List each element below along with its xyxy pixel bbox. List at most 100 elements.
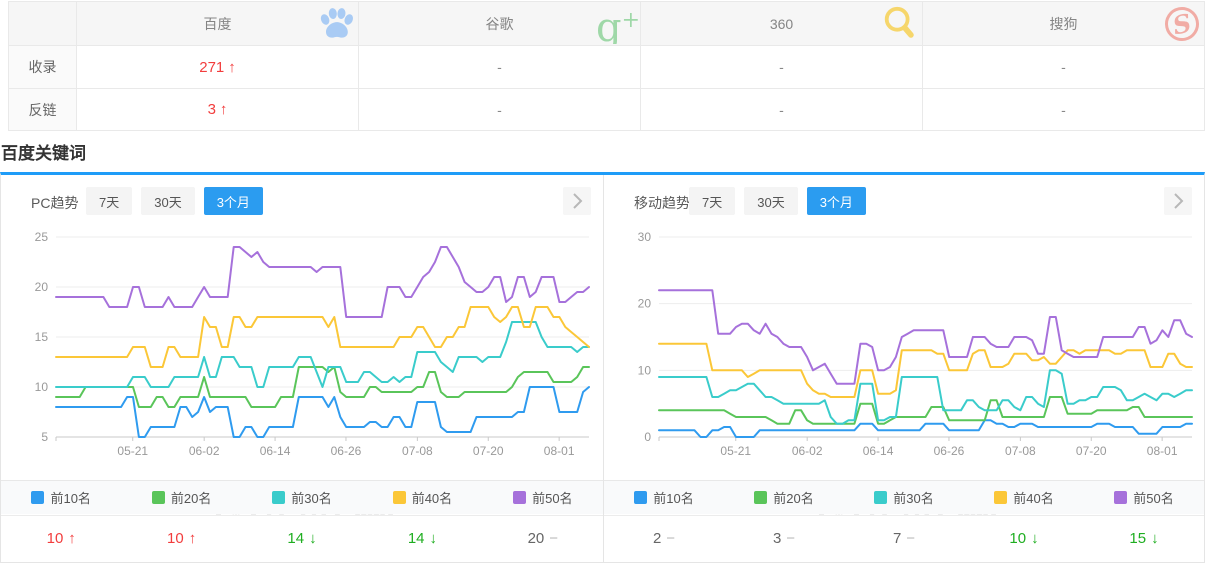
metric-value-cell[interactable]: 3↑ — [76, 88, 358, 130]
search-magnifier-icon — [880, 4, 920, 44]
svg-text:06-02: 06-02 — [792, 444, 823, 458]
legend-label: 前10名 — [653, 488, 693, 507]
legend-item-前40名[interactable]: 前40名 — [964, 488, 1084, 507]
up-indicator-icon: ↑ — [68, 530, 76, 547]
range-tab-3个月[interactable]: 3个月 — [807, 187, 866, 215]
legend-item-前50名[interactable]: 前50名 — [1084, 488, 1204, 507]
legend-swatch — [634, 491, 647, 504]
svg-text:05-21: 05-21 — [117, 444, 148, 458]
svg-text:07-20: 07-20 — [473, 444, 504, 458]
up-arrow-icon: ↑ — [220, 101, 228, 118]
legend-label: 前50名 — [532, 488, 572, 507]
baidu-paw-icon — [316, 4, 356, 44]
svg-text:0: 0 — [644, 430, 651, 444]
svg-text:20: 20 — [638, 297, 652, 311]
next-page-button[interactable] — [563, 187, 591, 215]
legend-item-前30名[interactable]: 前30名 — [844, 488, 964, 507]
legend-item-前40名[interactable]: 前40名 — [362, 488, 482, 507]
rank-count-value: 14↓ — [242, 530, 362, 547]
rank-count-value: 10↑ — [1, 530, 121, 547]
svg-text:06-26: 06-26 — [331, 444, 362, 458]
range-tab-3个月[interactable]: 3个月 — [204, 187, 263, 215]
flat-indicator-icon: − — [906, 530, 915, 547]
svg-text:07-08: 07-08 — [1005, 444, 1036, 458]
flat-indicator-icon: − — [549, 530, 558, 547]
metric-row-label: 反链 — [9, 88, 76, 130]
range-tab-30天[interactable]: 30天 — [141, 187, 194, 215]
pc-panel-header: PC趋势 7天 30天 3个月 — [1, 187, 603, 217]
legend-item-前20名[interactable]: 前20名 — [724, 488, 844, 507]
legend-item-前10名[interactable]: 前10名 — [604, 488, 724, 507]
rank-count-value: 10↓ — [964, 530, 1084, 547]
next-page-button[interactable] — [1164, 187, 1192, 215]
legend-swatch — [393, 491, 406, 504]
legend-label: 前10名 — [50, 488, 90, 507]
pc-trend-panel: PC趋势 7天30天3个月 51015202505-2106-0206-1406… — [1, 175, 603, 562]
legend-swatch — [1114, 491, 1127, 504]
svg-text:06-26: 06-26 — [934, 444, 965, 458]
engine-name: 360 — [770, 16, 793, 32]
up-arrow-icon: ↑ — [228, 59, 236, 76]
svg-text:10: 10 — [638, 363, 652, 377]
panel-label: 移动趋势 — [634, 193, 690, 213]
engine-header-google[interactable]: 谷歌 g+ — [358, 2, 640, 45]
mobile-legend: 前10名 前20名前30名前40名前50名 — [604, 480, 1204, 514]
engine-header-sogou[interactable]: 搜狗 S — [922, 2, 1204, 45]
down-indicator-icon: ↓ — [1031, 530, 1039, 547]
google-plus-icon: g+ — [598, 4, 638, 44]
mobile-trend-panel: 移动趋势 7天30天3个月 010203005-2106-0206-1406-2… — [603, 175, 1204, 562]
legend-item-前50名[interactable]: 前50名 — [483, 488, 603, 507]
series-line-前10名 — [659, 420, 1192, 437]
legend-item-前20名[interactable]: 前20名 — [121, 488, 241, 507]
mobile-line-chart: 010203005-2106-0206-1406-2607-0807-2008-… — [604, 227, 1206, 467]
svg-text:06-14: 06-14 — [863, 444, 894, 458]
pc-line-chart: 51015202505-2106-0206-1406-2607-0807-200… — [1, 227, 603, 467]
chevron-right-icon — [1164, 187, 1192, 215]
panel-label: PC趋势 — [31, 193, 78, 213]
chevron-right-icon — [563, 187, 591, 215]
table-corner-cell — [9, 2, 76, 45]
rank-count-value: 15↓ — [1084, 530, 1204, 547]
up-indicator-icon: ↑ — [189, 530, 197, 547]
metric-value-cell: - — [922, 45, 1204, 88]
down-indicator-icon: ↓ — [309, 530, 317, 547]
metric-value-cell: - — [640, 45, 922, 88]
engine-name: 百度 — [204, 14, 232, 34]
legend-swatch — [152, 491, 165, 504]
engine-table: 百度 谷歌g+360 搜狗 S 收录271↑---反链3↑--- — [8, 1, 1205, 131]
range-tab-30天[interactable]: 30天 — [744, 187, 797, 215]
legend-label: 前20名 — [171, 488, 211, 507]
rank-count-value: 14↓ — [362, 530, 482, 547]
down-indicator-icon: ↓ — [1151, 530, 1159, 547]
rank-count-value: 7− — [844, 530, 964, 547]
down-indicator-icon: ↓ — [430, 530, 438, 547]
legend-swatch — [513, 491, 526, 504]
metric-value-cell[interactable]: 271↑ — [76, 45, 358, 88]
page: 百度 谷歌g+360 搜狗 S 收录271↑---反链3↑--- 百度关键词 P… — [0, 0, 1228, 570]
metric-value-cell: - — [358, 45, 640, 88]
mobile-summary-row: 2−3−7−10↓15↓ — [604, 515, 1204, 561]
legend-swatch — [994, 491, 1007, 504]
engine-header-baidu[interactable]: 百度 — [76, 2, 358, 45]
svg-text:08-01: 08-01 — [1147, 444, 1178, 458]
mobile-panel-header: 移动趋势 7天 30天 3个月 — [604, 187, 1204, 217]
svg-text:15: 15 — [35, 330, 49, 344]
pc-summary-row: 10↑10↑14↓14↓20− — [1, 515, 603, 561]
rank-count-value: 2− — [604, 530, 724, 547]
series-line-前30名 — [56, 322, 589, 387]
legend-item-前10名[interactable]: 前10名 — [1, 488, 121, 507]
engine-header-360[interactable]: 360 — [640, 2, 922, 45]
engine-name: 谷歌 — [486, 14, 514, 34]
rank-count-value: 20− — [483, 530, 603, 547]
trend-panels: PC趋势 7天30天3个月 51015202505-2106-0206-1406… — [0, 172, 1205, 563]
svg-text:20: 20 — [35, 280, 49, 294]
range-tab-7天[interactable]: 7天 — [86, 187, 132, 215]
range-tab-7天[interactable]: 7天 — [689, 187, 735, 215]
svg-text:07-20: 07-20 — [1076, 444, 1107, 458]
metric-value-cell: - — [640, 88, 922, 130]
series-line-前50名 — [56, 247, 589, 317]
legend-item-前30名[interactable]: 前30名 — [242, 488, 362, 507]
legend-swatch — [874, 491, 887, 504]
flat-indicator-icon: − — [666, 530, 675, 547]
sogou-s-icon: S — [1162, 4, 1202, 44]
